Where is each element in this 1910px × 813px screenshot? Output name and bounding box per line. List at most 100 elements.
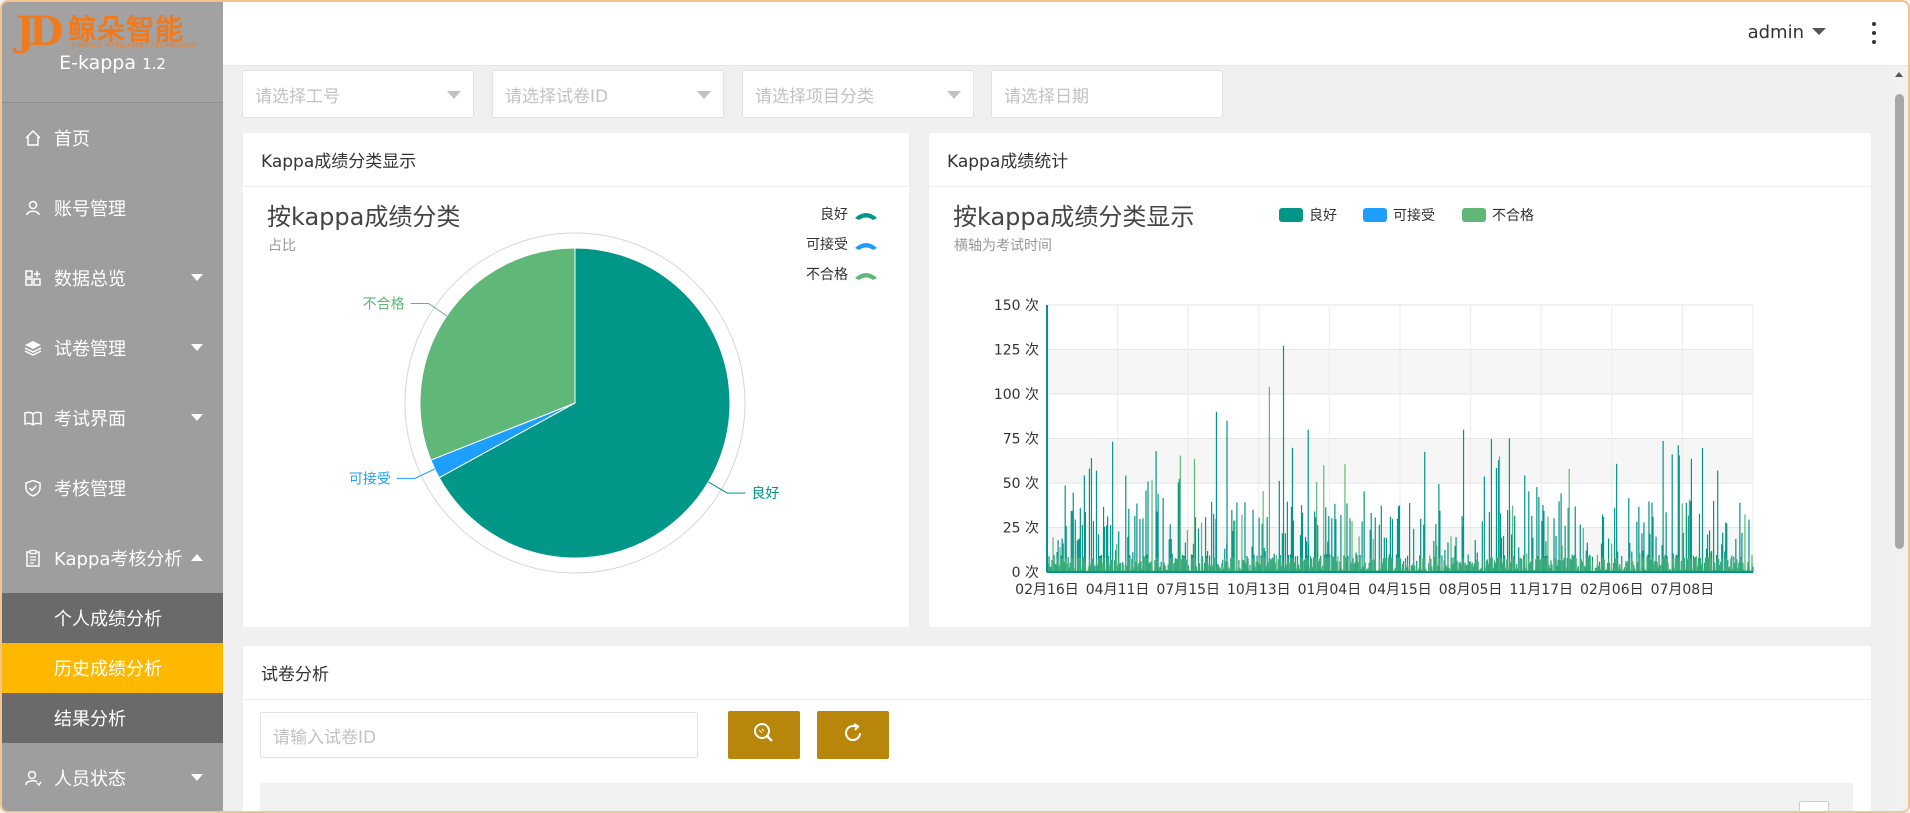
line-legend-swatch-0: [1279, 208, 1303, 222]
y-tick-label: 150 次: [994, 298, 1039, 314]
x-tick-label: 08月05日: [1439, 582, 1503, 598]
y-tick-label: 0 次: [1012, 565, 1039, 581]
y-tick-label: 100 次: [994, 387, 1039, 403]
employee-select[interactable]: 请选择工号: [242, 70, 474, 118]
chevron-up-icon: [191, 554, 203, 561]
search-input-placeholder: 请输入试卷ID: [273, 727, 377, 748]
user-menu[interactable]: admin: [1748, 22, 1826, 43]
app-name: E-kappa: [59, 52, 137, 74]
grid-icon: [22, 269, 44, 287]
employee-select-placeholder: 请选择工号: [255, 86, 340, 107]
version-number: 1.2: [142, 55, 166, 73]
paper-id-select[interactable]: 请选择试卷ID: [492, 70, 724, 118]
analysis-card-title: 试卷分析: [243, 646, 1871, 700]
pie-label-line-1: [396, 468, 435, 479]
pie-chart-card: Kappa成绩分类显示 按kappa成绩分类 占比 良好 可接受 不合格 良好 可接受不…: [243, 133, 909, 627]
x-tick-label: 02月06日: [1580, 582, 1644, 598]
sidebar-item-kappa-analysis[interactable]: Kappa考核分析: [2, 523, 223, 593]
sidebar-item-assessment[interactable]: 考核管理: [2, 453, 223, 523]
pie-label-line-2: [410, 303, 448, 317]
sidebar-item-paper-management[interactable]: 试卷管理: [2, 313, 223, 383]
line-legend-label-2: 不合格: [1492, 208, 1534, 224]
reset-button[interactable]: [817, 711, 889, 759]
kappa-submenu: 个人成绩分析 历史成绩分析 结果分析: [2, 593, 223, 743]
sidebar-item-label: 账号管理: [54, 199, 126, 220]
sidebar-item-label: 考试界面: [54, 409, 126, 430]
username: admin: [1747, 22, 1804, 43]
submenu-item-history-score[interactable]: 历史成绩分析: [2, 643, 223, 693]
search-icon: [752, 721, 776, 749]
pie-slice-label-1: 可接受: [349, 470, 391, 487]
paper-id-select-placeholder: 请选择试卷ID: [505, 86, 609, 107]
pie-legend-label-0: 良好: [820, 207, 848, 223]
refresh-icon: [841, 721, 865, 749]
sidebar-item-personnel-status[interactable]: 人员状态: [2, 743, 223, 811]
y-tick-label: 125 次: [994, 343, 1039, 359]
line-chart-card: Kappa成绩统计 按kappa成绩分类显示 横轴为考试时间 0 次 25 次 50…: [929, 133, 1871, 627]
sidebar-item-label: Kappa考核分析: [54, 549, 183, 570]
x-tick-label: 04月11日: [1086, 582, 1150, 598]
sidebar-item-data-overview[interactable]: 数据总览: [2, 243, 223, 313]
caret-down-icon: [1812, 28, 1826, 35]
chevron-down-icon: [191, 344, 203, 351]
pie-slice-label-0: 良好: [751, 486, 779, 502]
x-tick-label: 10月13日: [1227, 582, 1291, 598]
sidebar-item-accounts[interactable]: 账号管理: [2, 173, 223, 243]
sidebar-item-label: 考核管理: [54, 479, 126, 500]
logo-subtext: JINGDUO INTELLIGENT TECHNOLOGY: [72, 42, 198, 49]
book-icon: [22, 409, 44, 427]
paper-id-search-input[interactable]: 请输入试卷ID: [260, 712, 698, 758]
sidebar-item-label: 试卷管理: [54, 339, 126, 360]
y-tick-label: 75 次: [1003, 432, 1039, 448]
table-refresh-icon[interactable]: [1799, 801, 1829, 811]
user-status-icon: [22, 769, 44, 787]
app-version: E-kappa 1.2: [2, 52, 223, 74]
dropdown-arrow-icon: [947, 91, 961, 99]
x-tick-label: 07月15日: [1156, 582, 1220, 598]
vertical-scrollbar[interactable]: [1890, 66, 1908, 811]
sidebar-item-exam-interface[interactable]: 考试界面: [2, 383, 223, 453]
submenu-item-result-analysis[interactable]: 结果分析: [2, 693, 223, 743]
more-vertical-icon[interactable]: [1870, 22, 1878, 44]
date-picker[interactable]: 请选择日期: [991, 70, 1223, 118]
dropdown-arrow-icon: [447, 91, 461, 99]
dropdown-arrow-icon: [697, 91, 711, 99]
user-icon: [22, 199, 44, 217]
pie-chart: 良好可接受不合格良好可接受不合格: [349, 207, 877, 574]
app-window: JD 鲸朵智能 JINGDUO INTELLIGENT TECHNOLOGY E…: [0, 0, 1910, 813]
table-toolbar: [260, 783, 1853, 811]
chevron-down-icon: [191, 274, 203, 281]
search-button[interactable]: [728, 711, 800, 759]
y-tick-label: 25 次: [1003, 521, 1039, 537]
x-tick-label: 07月08日: [1651, 582, 1715, 598]
logo-mark: JD: [16, 8, 64, 55]
submenu-item-personal-score[interactable]: 个人成绩分析: [2, 593, 223, 643]
pie-legend-label-2: 不合格: [806, 267, 848, 283]
x-tick-label: 04月15日: [1368, 582, 1432, 598]
chevron-down-icon: [191, 414, 203, 421]
line-legend-swatch-2: [1462, 208, 1486, 222]
clipboard-icon: [22, 549, 44, 567]
pie-legend-swatch-1: [855, 243, 877, 250]
line-card-title: Kappa成绩统计: [929, 133, 1871, 187]
project-category-select[interactable]: 请选择项目分类: [742, 70, 974, 118]
line-legend-swatch-1: [1363, 208, 1387, 222]
scroll-up-arrow-icon[interactable]: [1895, 72, 1903, 77]
x-tick-label: 02月16日: [1015, 582, 1079, 598]
shield-check-icon: [22, 479, 44, 497]
line-chart: 0 次 25 次 50 次 75 次 100 次 125 次 150 次 02月16日 04月1…: [994, 207, 1754, 598]
scrollbar-thumb[interactable]: [1895, 94, 1904, 549]
project-select-placeholder: 请选择项目分类: [755, 86, 874, 107]
top-header: admin: [223, 2, 1908, 66]
sidebar-item-label: 首页: [54, 129, 90, 150]
pie-card-title: Kappa成绩分类显示: [243, 133, 909, 187]
x-tick-label: 01月04日: [1298, 582, 1362, 598]
sidebar-item-label: 数据总览: [54, 269, 126, 290]
line-legend-label-0: 良好: [1309, 208, 1337, 224]
sidebar-item-label: 人员状态: [54, 769, 126, 790]
line-legend-label-1: 可接受: [1393, 207, 1435, 224]
chevron-down-icon: [191, 774, 203, 781]
x-tick-label: 11月17日: [1509, 582, 1573, 598]
sidebar-item-home[interactable]: 首页: [2, 103, 223, 173]
sidebar: JD 鲸朵智能 JINGDUO INTELLIGENT TECHNOLOGY E…: [2, 2, 223, 811]
